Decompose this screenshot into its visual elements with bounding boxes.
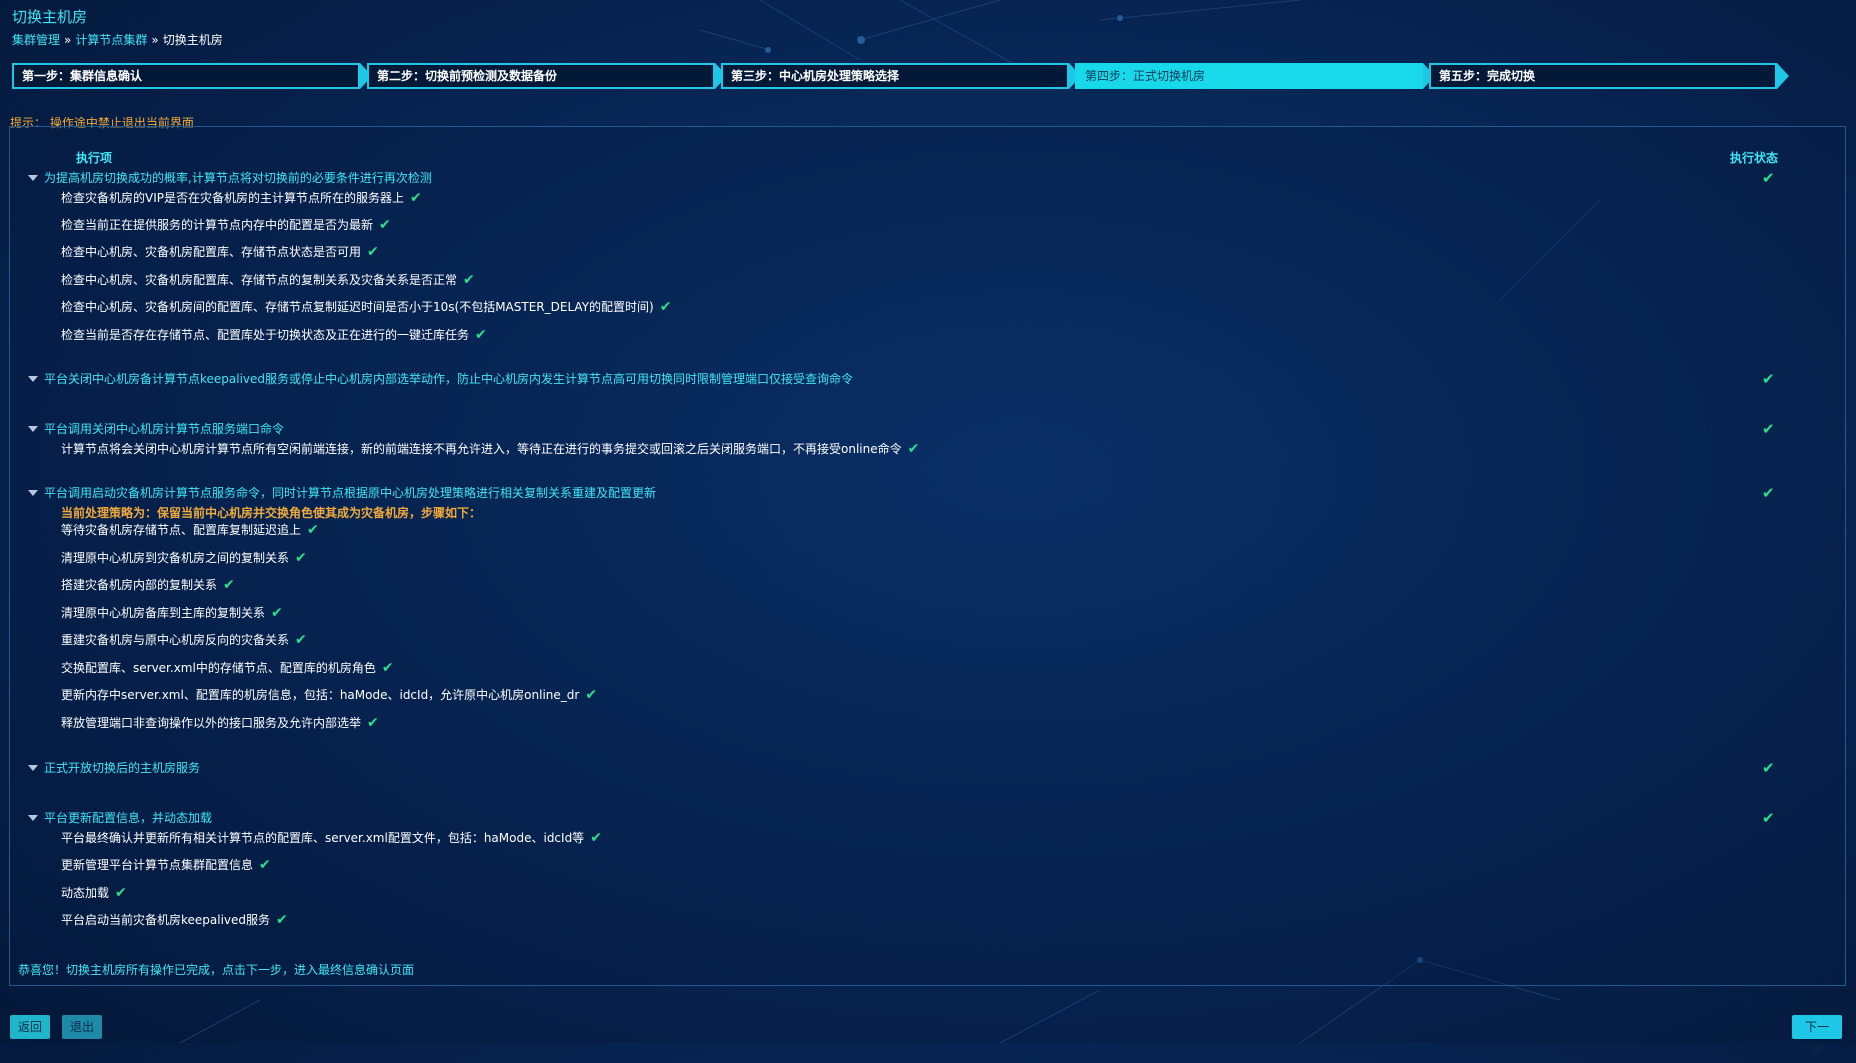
list-item: 释放管理端口非查询操作以外的接口服务及允许内部选举 ✔ xyxy=(61,715,379,731)
check-icon: ✔ xyxy=(223,577,235,593)
check-icon: ✔ xyxy=(295,550,307,566)
list-item: 检查中心机房、灾备机房配置库、存储节点状态是否可用 ✔ xyxy=(61,244,379,260)
exit-button[interactable]: 退出 xyxy=(62,1015,102,1039)
step-label: 第四步：正式切换机房 xyxy=(1075,63,1423,89)
check-icon: ✔ xyxy=(659,299,672,315)
group-start-dr[interactable]: 平台调用启动灾备机房计算节点服务命令，同时计算节点根据原中心机房处理策略进行相关… xyxy=(28,484,656,501)
check-icon: ✔ xyxy=(276,912,288,928)
group-title: 为提高机房切换成功的概率,计算节点将对切换前的必要条件进行再次检测 xyxy=(44,171,432,185)
current-policy-text: 当前处理策略为：保留当前中心机房并交换角色使其成为灾备机房，步骤如下： xyxy=(61,506,482,520)
next-step-button[interactable]: 下一步 xyxy=(1792,1015,1842,1058)
group-disable-keepalived[interactable]: 平台关闭中心机房备计算节点keepalived服务或停止中心机房内部选举动作，防… xyxy=(28,370,853,387)
breadcrumb-separator: » xyxy=(64,33,72,47)
check-icon: ✔ xyxy=(410,190,422,206)
check-icon: ✔ xyxy=(907,441,920,457)
list-item: 更新内存中server.xml、配置库的机房信息，包括：haMode、idcId… xyxy=(61,687,598,703)
step-arrow-icon xyxy=(1777,63,1789,89)
list-item: 平台最终确认并更新所有相关计算节点的配置库、server.xml配置文件，包括：… xyxy=(61,830,602,846)
list-item: 清理原中心机房到灾备机房之间的复制关系 ✔ xyxy=(61,550,307,566)
back-button[interactable]: 返回 xyxy=(10,1015,50,1039)
breadcrumb-cluster-management[interactable]: 集群管理 xyxy=(12,33,60,47)
breadcrumb-compute-node-cluster[interactable]: 计算节点集群 xyxy=(75,33,147,47)
status-check-icon: ✔ xyxy=(1762,809,1775,827)
status-check-icon: ✔ xyxy=(1762,169,1775,187)
list-item: 平台启动当前灾备机房keepalived服务 ✔ xyxy=(61,912,288,928)
breadcrumb-current: 切换主机房 xyxy=(162,33,223,47)
check-icon: ✔ xyxy=(307,522,319,538)
collapse-toggle-icon[interactable] xyxy=(28,489,38,496)
check-icon: ✔ xyxy=(367,715,379,731)
status-check-icon: ✔ xyxy=(1762,420,1775,438)
list-item: 检查灾备机房的VIP是否在灾备机房的主计算节点所在的服务器上 ✔ xyxy=(61,190,422,206)
step-label: 第五步：完成切换 xyxy=(1429,63,1777,89)
group-precheck[interactable]: 为提高机房切换成功的概率,计算节点将对切换前的必要条件进行再次检测 xyxy=(28,169,432,186)
check-icon: ✔ xyxy=(463,272,475,288)
list-item: 更新管理平台计算节点集群配置信息 ✔ xyxy=(61,857,271,873)
status-check-icon: ✔ xyxy=(1762,370,1775,388)
collapse-toggle-icon[interactable] xyxy=(28,814,38,821)
list-item: 等待灾备机房存储节点、配置库复制延迟追上 ✔ xyxy=(61,522,319,538)
list-item: 交换配置库、server.xml中的存储节点、配置库的机房角色 ✔ xyxy=(61,660,394,676)
check-icon: ✔ xyxy=(381,660,394,676)
column-header-item: 执行项 xyxy=(76,151,113,165)
status-check-icon: ✔ xyxy=(1762,484,1775,502)
collapse-toggle-icon[interactable] xyxy=(28,375,38,382)
list-item: 检查当前是否存在存储节点、配置库处于切换状态及正在进行的一键迁库任务 ✔ xyxy=(61,327,487,343)
column-header-status: 执行状态 xyxy=(1730,151,1779,165)
group-close-port[interactable]: 平台调用关闭中心机房计算节点服务端口命令 xyxy=(28,420,284,437)
collapse-toggle-icon[interactable] xyxy=(28,174,38,181)
list-item: 检查中心机房、灾备机房配置库、存储节点的复制关系及灾备关系是否正常 ✔ xyxy=(61,272,475,288)
collapse-toggle-icon[interactable] xyxy=(28,425,38,432)
step-label: 第二步：切换前预检测及数据备份 xyxy=(367,63,715,89)
check-icon: ✔ xyxy=(475,327,487,343)
group-open-service[interactable]: 正式开放切换后的主机房服务 xyxy=(28,759,200,776)
check-icon: ✔ xyxy=(585,687,598,703)
check-icon: ✔ xyxy=(367,244,379,260)
completion-message: 恭喜您！切换主机房所有操作已完成，点击下一步，进入最终信息确认页面 xyxy=(18,963,415,977)
breadcrumb-separator: » xyxy=(151,33,159,47)
step-progress-bar: 第一步：集群信息确认 第二步：切换前预检测及数据备份 第三步：中心机房处理策略选… xyxy=(12,63,1789,89)
check-icon: ✔ xyxy=(115,885,127,901)
check-icon: ✔ xyxy=(259,857,271,873)
step-label: 第一步：集群信息确认 xyxy=(12,63,360,89)
group-title: 平台调用关闭中心机房计算节点服务端口命令 xyxy=(44,422,285,436)
list-item: 检查当前正在提供服务的计算节点内存中的配置是否为最新 ✔ xyxy=(61,217,391,233)
group-title: 平台调用启动灾备机房计算节点服务命令，同时计算节点根据原中心机房处理策略进行相关… xyxy=(44,486,657,500)
page-header: 切换主机房 集群管理» 计算节点集群» 切换主机房 xyxy=(12,6,223,48)
list-item: 清理原中心机房备库到主库的复制关系 ✔ xyxy=(61,605,283,621)
step-label: 第三步：中心机房处理策略选择 xyxy=(721,63,1069,89)
group-title: 平台关闭中心机房备计算节点keepalived服务或停止中心机房内部选举动作，防… xyxy=(44,372,854,386)
list-item: 重建灾备机房与原中心机房反向的灾备关系 ✔ xyxy=(61,632,307,648)
check-icon: ✔ xyxy=(379,217,391,233)
group-title: 平台更新配置信息，并动态加载 xyxy=(44,811,213,825)
execution-panel: 执行项 执行状态 为提高机房切换成功的概率,计算节点将对切换前的必要条件进行再次… xyxy=(9,126,1846,986)
collapse-toggle-icon[interactable] xyxy=(28,764,38,771)
list-item: 搭建灾备机房内部的复制关系 ✔ xyxy=(61,577,235,593)
check-icon: ✔ xyxy=(271,605,283,621)
list-item: 动态加载 ✔ xyxy=(61,885,127,901)
group-update-config[interactable]: 平台更新配置信息，并动态加载 xyxy=(28,809,212,826)
list-item: 计算节点将会关闭中心机房计算节点所有空闲前端连接，新的前端连接不再允许进入，等待… xyxy=(61,441,920,457)
check-icon: ✔ xyxy=(295,632,307,648)
group-title: 正式开放切换后的主机房服务 xyxy=(44,761,201,775)
page-title: 切换主机房 xyxy=(12,8,88,26)
list-item: 检查中心机房、灾备机房间的配置库、存储节点复制延迟时间是否小于10s(不包括MA… xyxy=(61,299,672,315)
breadcrumb: 集群管理» 计算节点集群» 切换主机房 xyxy=(12,31,223,48)
status-check-icon: ✔ xyxy=(1762,759,1775,777)
check-icon: ✔ xyxy=(590,830,602,846)
